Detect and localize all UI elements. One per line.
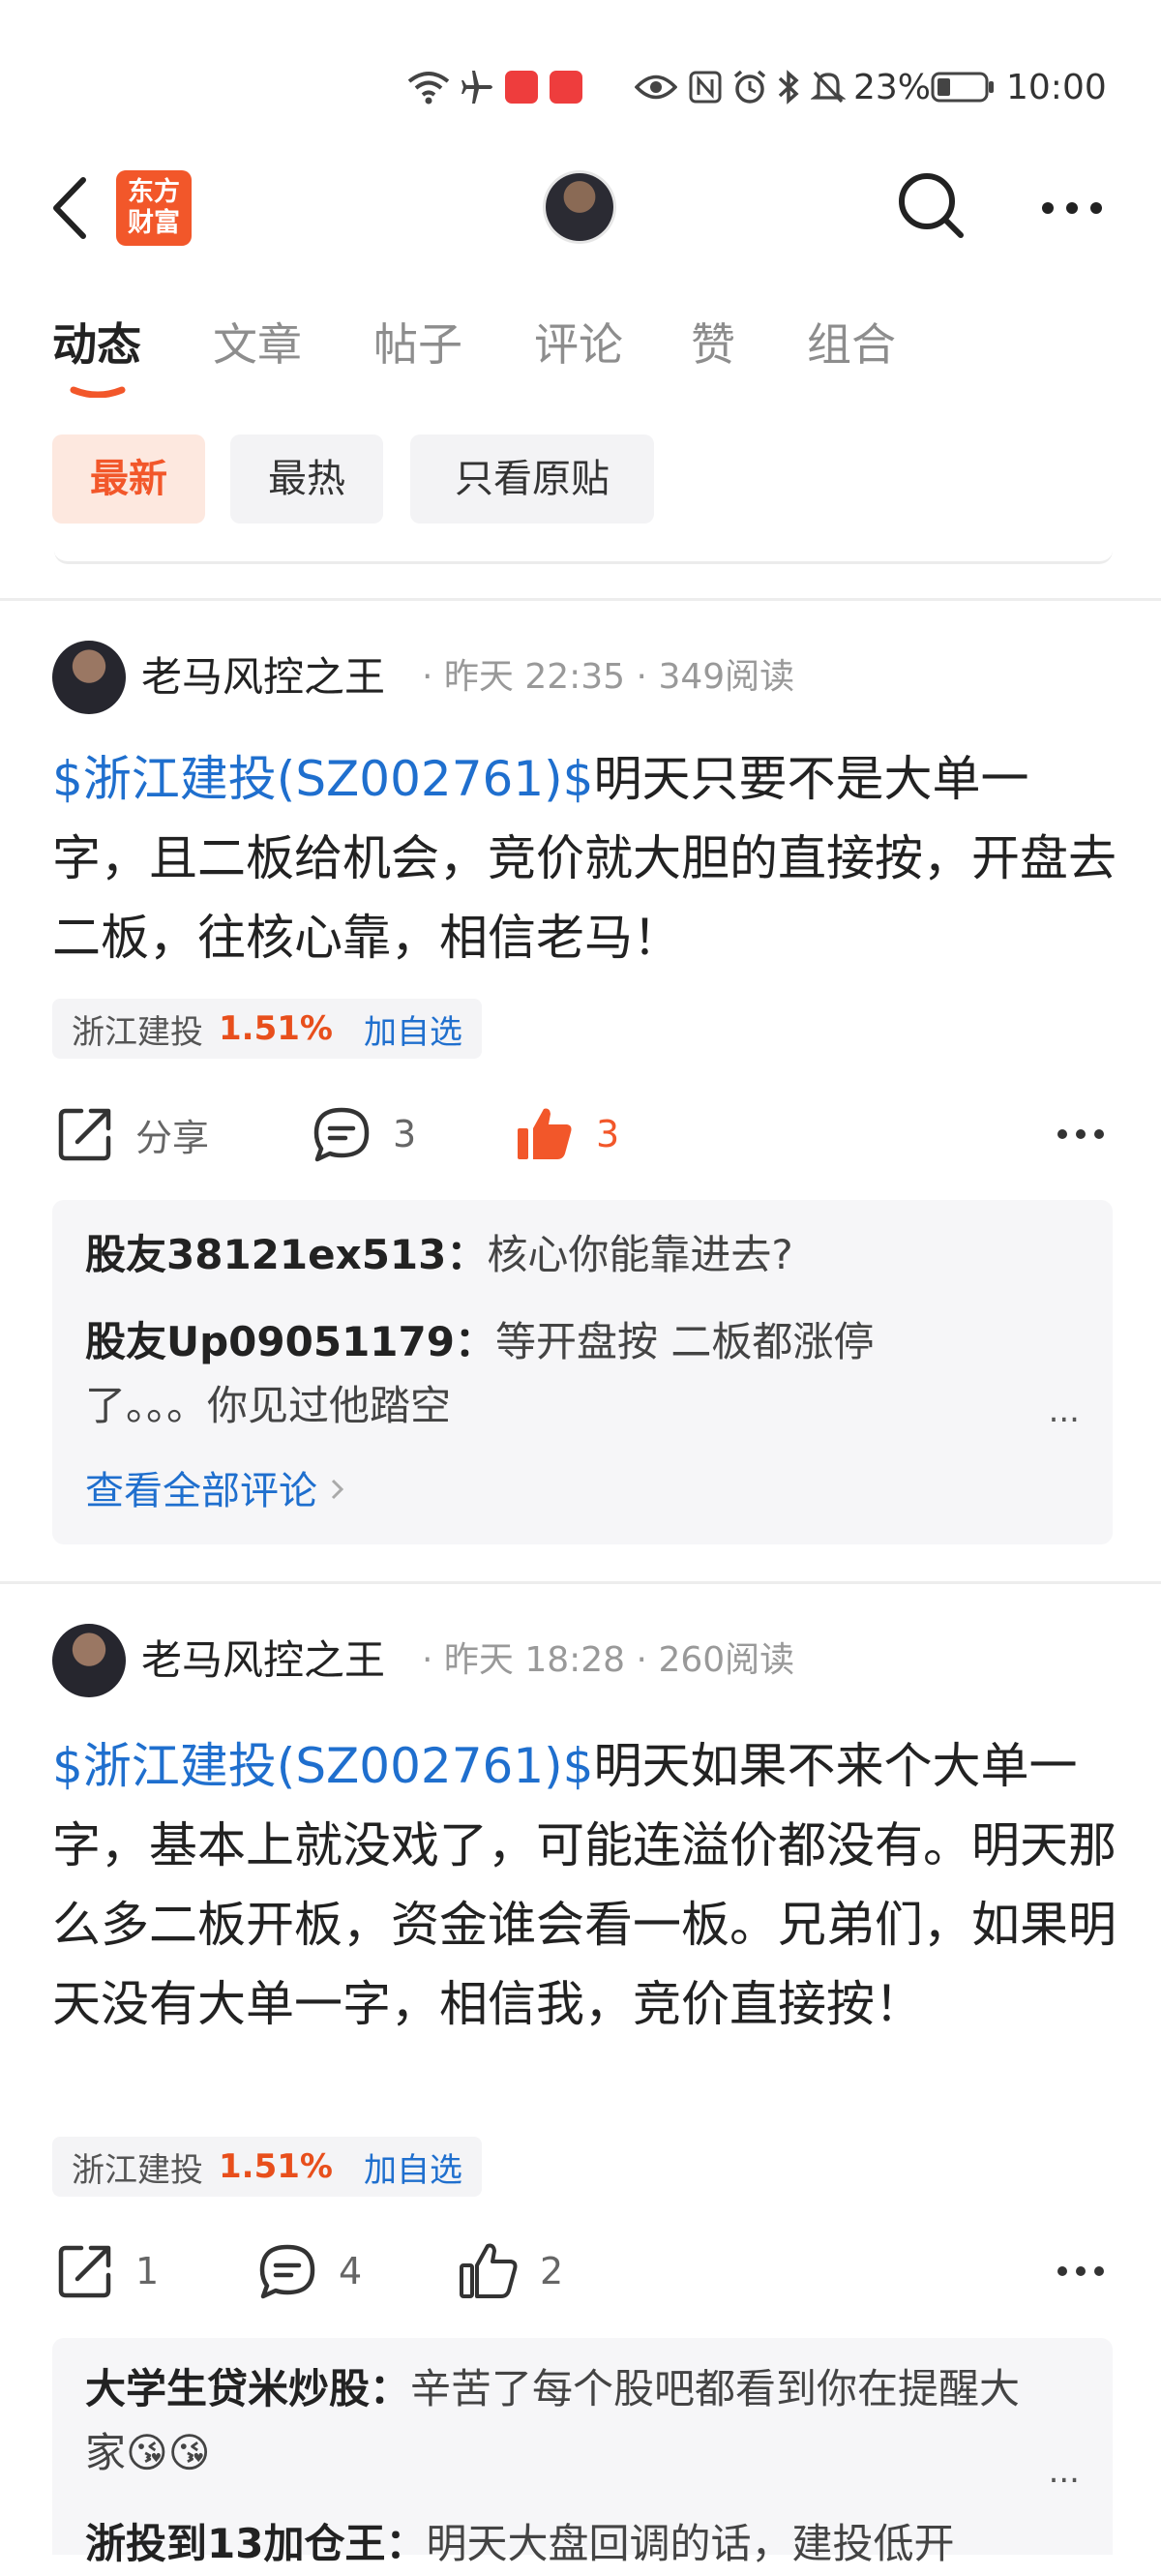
- chevron-left-icon: [53, 177, 86, 239]
- battery-percent: 23%: [853, 67, 932, 107]
- view-all-comments-link[interactable]: 查看全部评论: [85, 1459, 348, 1515]
- share-label: 分享: [135, 1116, 210, 1159]
- post-author[interactable]: 老马风控之王: [141, 1624, 385, 1697]
- post-content[interactable]: $浙江建投(SZ002761)$明天如果不来个大单一字，基本上就没戏了，可能连溢…: [52, 1726, 1116, 2044]
- comment-item[interactable]: 股友38121ex513：核心你能靠进去?: [85, 1223, 1053, 1287]
- back-button[interactable]: [46, 174, 95, 242]
- tab-articles[interactable]: 文章: [213, 314, 302, 375]
- add-watchlist-button[interactable]: 加自选: [364, 2143, 462, 2191]
- comment-more: ...: [1048, 1392, 1080, 1430]
- comment-item[interactable]: 股友Up09051179：等开盘按 二板都涨停了。。。你见过他踏空: [85, 1310, 956, 1438]
- stock-link[interactable]: $浙江建投(SZ002761)$: [52, 751, 594, 807]
- huawei-app-icon: [550, 60, 582, 114]
- like-count: 2: [540, 2250, 564, 2292]
- huawei-app-icon: [505, 60, 538, 114]
- comment-count: 4: [339, 2250, 363, 2292]
- battery-icon: [931, 60, 995, 114]
- comment-icon: [259, 2244, 315, 2299]
- chevron-right-icon: [331, 1479, 344, 1500]
- eye-icon: [635, 60, 677, 114]
- comment-item[interactable]: 大学生贷米炒股：辛苦了每个股吧都看到你在提醒大家😘😘: [85, 2357, 1053, 2485]
- divider: [0, 1581, 1161, 1584]
- comment-icon: [313, 1107, 370, 1162]
- comment-user: 股友Up09051179：: [85, 1318, 495, 1365]
- search-icon: [899, 173, 964, 238]
- like-button[interactable]: 3: [515, 1100, 619, 1168]
- mute-icon: [811, 60, 846, 114]
- share-count: 1: [135, 2250, 160, 2292]
- comment-user: 股友38121ex513：: [85, 1231, 488, 1278]
- tab-active-indicator: [70, 383, 126, 399]
- comment-text: 明天大盘回调的话，建投低开: [426, 2520, 955, 2567]
- search-button[interactable]: [895, 169, 967, 241]
- tab-dynamic[interactable]: 动态: [52, 314, 141, 375]
- like-button[interactable]: 2: [459, 2237, 563, 2305]
- post-reads: 349阅读: [658, 657, 795, 697]
- nfc-icon: [689, 60, 722, 114]
- stock-chip[interactable]: 浙江建投 1.51% 加自选: [52, 999, 482, 1059]
- comment-preview: 股友38121ex513：核心你能靠进去? 股友Up09051179：等开盘按 …: [52, 1200, 1113, 1544]
- filter-latest[interactable]: 最新: [52, 434, 205, 524]
- comment-button[interactable]: 4: [257, 2237, 362, 2305]
- comment-item[interactable]: 浙投到13加仓王：明天大盘回调的话，建投低开: [85, 2512, 1053, 2576]
- logo-line1: 东方: [128, 177, 180, 207]
- like-count: 3: [596, 1113, 620, 1155]
- tab-likes[interactable]: 赞: [691, 314, 735, 375]
- comment-button[interactable]: 3: [312, 1100, 416, 1168]
- share-button[interactable]: 分享: [56, 1100, 209, 1168]
- more-horizontal-icon: [1057, 1129, 1104, 1139]
- post-more-button[interactable]: [1057, 1120, 1105, 1149]
- post-avatar[interactable]: [52, 1624, 126, 1697]
- clock: 10:00: [1006, 67, 1107, 107]
- stock-name: 浙江建投: [72, 1012, 203, 1052]
- alarm-icon: [731, 60, 768, 114]
- post-content[interactable]: $浙江建投(SZ002761)$明天只要不是大单一字，且二板给机会，竞价就大胆的…: [52, 739, 1116, 977]
- stock-change: 1.51%: [219, 2147, 333, 2186]
- share-button[interactable]: 1: [56, 2237, 159, 2305]
- status-bar: 23% 10:00: [0, 60, 1161, 114]
- post-meta: · 昨天 18:28 · 260阅读: [422, 1640, 795, 1680]
- post-time: 昨天 22:35: [443, 657, 626, 697]
- stock-link[interactable]: $浙江建投(SZ002761)$: [52, 1738, 594, 1794]
- airplane-icon: [459, 60, 495, 114]
- post-meta: · 昨天 22:35 · 349阅读: [422, 657, 795, 697]
- bluetooth-icon: [776, 60, 801, 114]
- post-reads: 260阅读: [658, 1640, 795, 1680]
- more-button[interactable]: [1040, 189, 1104, 227]
- tab-posts[interactable]: 帖子: [373, 314, 462, 375]
- comment-count: 3: [393, 1113, 417, 1155]
- comment-user: 大学生贷米炒股：: [85, 2365, 411, 2412]
- post-more-button[interactable]: [1057, 2257, 1105, 2286]
- divider: [0, 598, 1161, 601]
- avatar[interactable]: [546, 173, 613, 241]
- stock-chip[interactable]: 浙江建投 1.51% 加自选: [52, 2137, 482, 2197]
- tab-comments[interactable]: 评论: [534, 314, 623, 375]
- view-all-label: 查看全部评论: [85, 1469, 317, 1513]
- comment-more: ...: [1048, 2452, 1080, 2491]
- share-icon: [58, 2245, 111, 2298]
- comment-text: 核心你能靠进去?: [487, 1231, 793, 1278]
- more-horizontal-icon: [1042, 202, 1102, 214]
- share-icon: [58, 1108, 111, 1161]
- wifi-icon: [406, 60, 451, 114]
- filter-divider: [54, 550, 1113, 564]
- more-horizontal-icon: [1057, 2266, 1104, 2276]
- stock-change: 1.51%: [219, 1009, 333, 1048]
- filter-hot[interactable]: 最热: [230, 434, 383, 524]
- post-author[interactable]: 老马风控之王: [141, 641, 385, 714]
- tab-portfolio[interactable]: 组合: [807, 314, 896, 375]
- add-watchlist-button[interactable]: 加自选: [364, 1005, 462, 1053]
- comment-preview: 大学生贷米炒股：辛苦了每个股吧都看到你在提醒大家😘😘 ... 浙投到13加仓王：…: [52, 2338, 1113, 2567]
- thumbs-up-icon: [518, 1108, 572, 1159]
- stock-name: 浙江建投: [72, 2150, 203, 2190]
- post-avatar[interactable]: [52, 641, 126, 714]
- filter-original-only[interactable]: 只看原贴: [410, 434, 654, 524]
- logo-line2: 财富: [128, 208, 180, 238]
- comment-user: 浙投到13加仓王：: [85, 2520, 427, 2567]
- app-logo: 东方 财富: [116, 170, 192, 246]
- post-time: 昨天 18:28: [443, 1640, 626, 1680]
- thumbs-up-icon: [460, 2243, 518, 2298]
